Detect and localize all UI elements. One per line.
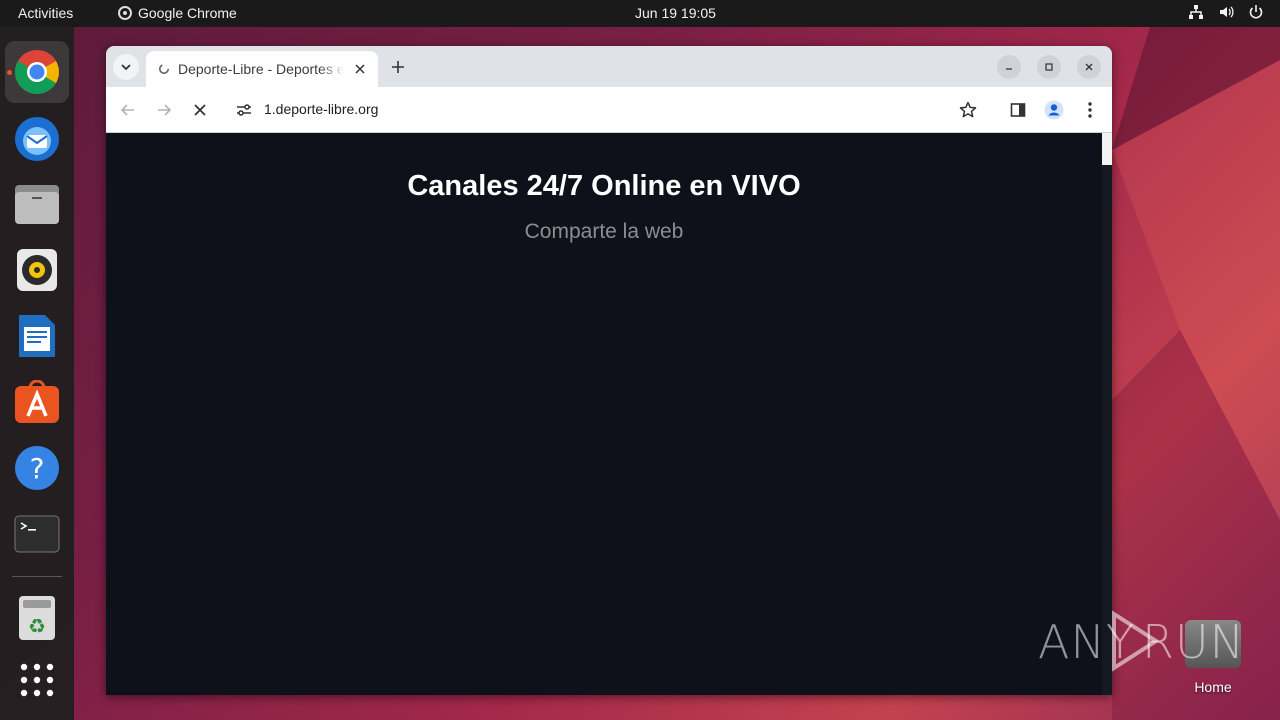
profile-button[interactable] xyxy=(1043,99,1065,121)
dock-help[interactable]: ? xyxy=(5,437,69,499)
dock-writer[interactable] xyxy=(5,305,69,367)
close-icon xyxy=(194,104,206,116)
arrow-left-icon xyxy=(120,104,134,116)
svg-text:♻: ♻ xyxy=(28,614,46,638)
anyrun-logo-text: ANY xyxy=(1038,615,1135,669)
dock-separator xyxy=(12,576,62,577)
scrollbar-thumb[interactable] xyxy=(1102,133,1112,165)
maximize-icon xyxy=(1045,63,1053,71)
url-text: 1.deporte-libre.org xyxy=(264,101,379,117)
new-tab-button[interactable] xyxy=(388,57,408,77)
address-bar[interactable]: 1.deporte-libre.org xyxy=(226,92,996,128)
volume-icon xyxy=(1220,6,1234,18)
back-button[interactable] xyxy=(117,99,139,121)
dock-thunderbird[interactable] xyxy=(5,107,69,169)
running-indicator xyxy=(7,70,12,75)
app-menu[interactable]: Google Chrome xyxy=(118,5,237,21)
writer-icon xyxy=(19,315,55,357)
page-title: Canales 24/7 Online en VIVO xyxy=(407,170,801,202)
files-icon xyxy=(15,185,59,224)
chrome-menu-button[interactable] xyxy=(1079,99,1101,121)
close-icon xyxy=(1085,63,1093,71)
thunderbird-icon xyxy=(15,117,59,161)
dock: ? ♻ xyxy=(0,27,74,720)
forward-button[interactable] xyxy=(153,99,175,121)
app-grid-icon xyxy=(20,663,54,697)
activities-button[interactable]: Activities xyxy=(18,5,73,21)
trash-icon: ♻ xyxy=(19,596,55,640)
avatar-icon xyxy=(1044,100,1064,120)
anyrun-watermark: ANY RUN xyxy=(1038,610,1238,672)
dock-trash[interactable]: ♻ xyxy=(5,587,69,649)
browser-toolbar: 1.deporte-libre.org xyxy=(106,87,1112,133)
app-center-icon xyxy=(15,380,59,423)
tune-icon xyxy=(237,104,251,116)
tab-close-button[interactable] xyxy=(352,61,368,77)
site-info-button[interactable] xyxy=(232,98,256,122)
tab-active[interactable]: Deporte-Libre - Deportes en Vivo xyxy=(146,51,378,87)
maximize-button[interactable] xyxy=(1037,55,1061,79)
dock-files[interactable] xyxy=(5,173,69,235)
svg-text:RUN: RUN xyxy=(1142,615,1238,669)
chrome-window: Deporte-Libre - Deportes en Vivo xyxy=(106,46,1112,695)
dock-terminal[interactable] xyxy=(5,503,69,565)
dock-app-center[interactable] xyxy=(5,371,69,433)
page-content: Canales 24/7 Online en VIVO Comparte la … xyxy=(106,133,1112,695)
side-panel-icon xyxy=(1010,103,1026,117)
plus-icon xyxy=(392,61,404,73)
chrome-icon xyxy=(15,50,59,94)
close-window-button[interactable] xyxy=(1077,55,1101,79)
power-icon xyxy=(1249,5,1263,19)
page-subtitle: Comparte la web xyxy=(524,220,684,243)
loading-favicon-icon xyxy=(159,64,169,74)
tab-strip: Deporte-Libre - Deportes en Vivo xyxy=(106,46,1112,87)
dock-chrome[interactable] xyxy=(5,41,69,103)
home-folder-label[interactable]: Home xyxy=(1181,679,1245,695)
star-icon xyxy=(959,101,977,118)
terminal-icon xyxy=(14,515,60,553)
side-panel-button[interactable] xyxy=(1007,99,1029,121)
dock-app-grid[interactable] xyxy=(5,649,69,711)
svg-text:?: ? xyxy=(30,452,45,485)
bookmark-button[interactable] xyxy=(957,99,979,121)
minimize-icon xyxy=(1006,68,1012,70)
arrow-right-icon xyxy=(158,104,172,116)
network-icon xyxy=(1189,5,1203,19)
tab-search-button[interactable] xyxy=(113,54,139,80)
rhythmbox-icon xyxy=(17,249,57,291)
chevron-down-icon xyxy=(121,64,131,71)
chrome-small-icon xyxy=(118,6,132,20)
tab-title: Deporte-Libre - Deportes en Vivo xyxy=(178,61,344,77)
stop-loading-button[interactable] xyxy=(189,99,211,121)
dock-rhythmbox[interactable] xyxy=(5,239,69,301)
minimize-button[interactable] xyxy=(997,55,1021,79)
close-icon xyxy=(355,64,365,74)
system-tray[interactable] xyxy=(1188,4,1264,20)
clock[interactable]: Jun 19 19:05 xyxy=(635,5,716,21)
anyrun-logo: ANY RUN xyxy=(1038,610,1238,672)
help-icon: ? xyxy=(15,446,59,490)
more-vert-icon xyxy=(1088,102,1092,118)
top-bar: Activities Google Chrome Jun 19 19:05 xyxy=(0,0,1280,27)
app-name: Google Chrome xyxy=(138,5,237,21)
